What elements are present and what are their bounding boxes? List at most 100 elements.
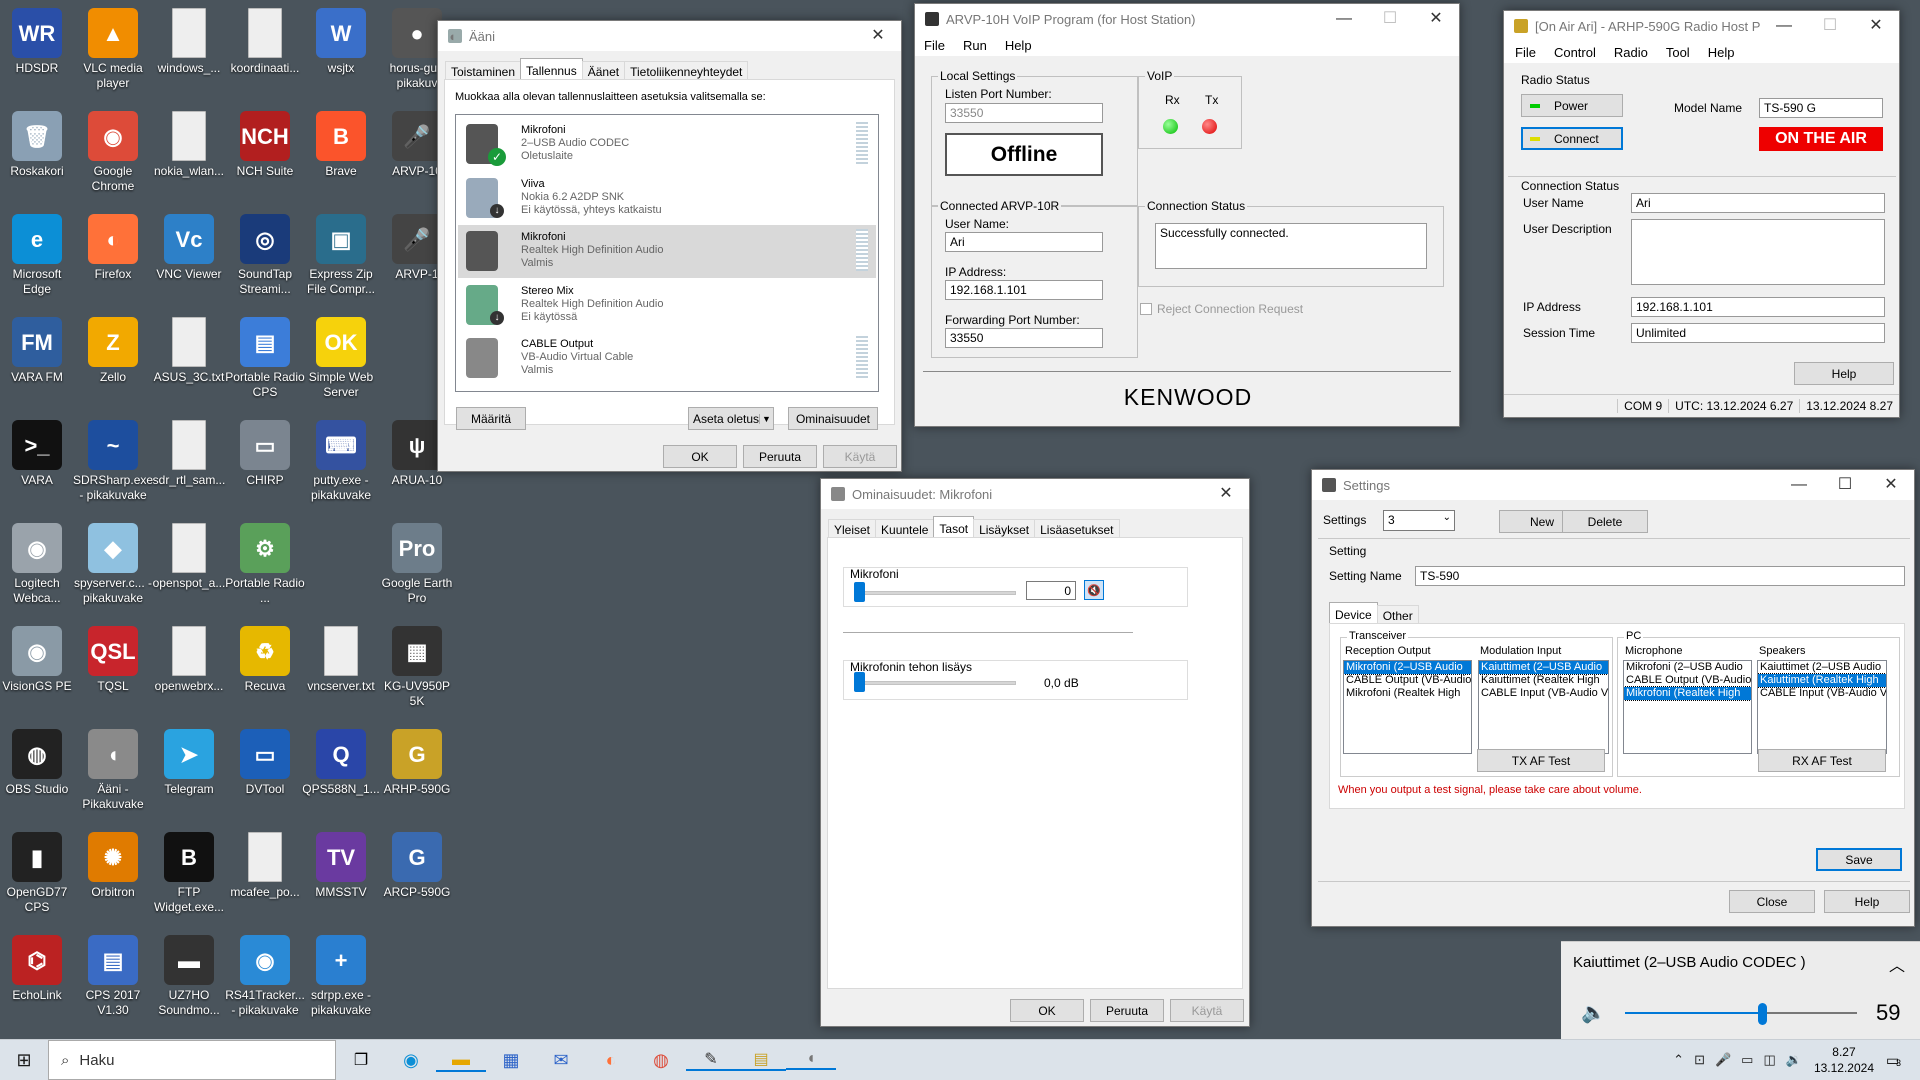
settings-select[interactable]: 3 ⌄	[1383, 510, 1455, 531]
apply-button[interactable]: Käytä	[823, 445, 897, 468]
desktop-icon[interactable]: + sdrpp.exe - pikakuvake	[301, 935, 381, 1018]
desktop-icon[interactable]: ⌨ putty.exe - pikakuvake	[301, 420, 381, 503]
device-list-item[interactable]: ✓ Mikrofoni 2–USB Audio CODEC Oletuslaite	[458, 118, 876, 171]
edge-taskbar-icon[interactable]: ◉	[386, 1050, 436, 1071]
volume-slider[interactable]	[1757, 1003, 1767, 1025]
menu-file[interactable]: File	[915, 38, 954, 53]
desktop-icon[interactable]: Wwsjtx	[301, 8, 381, 76]
close-icon[interactable]: ✕	[855, 21, 901, 51]
help-button[interactable]: Help	[1824, 890, 1910, 913]
minimize-icon[interactable]: —	[1776, 470, 1822, 500]
desktop-icon[interactable]: Q QPS588N_1...	[301, 729, 381, 797]
arvp-titlebar[interactable]: ARVP-10H VoIP Program (for Host Station)…	[915, 4, 1459, 34]
modulation-input-list[interactable]: Kaiuttimet (2–USB Audio Kaiuttimet (Realt…	[1478, 660, 1609, 754]
desktop-icon[interactable]: ▬ UZ7HO Soundmo...	[149, 935, 229, 1018]
desktop-icon[interactable]: ~ SDRSharp.exe - pikakuvake	[73, 420, 153, 503]
close-icon[interactable]: ✕	[1853, 11, 1899, 41]
microphone-list[interactable]: Mikrofoni (2–USB Audio CABLE Output (VB-A…	[1623, 660, 1752, 754]
delete-button[interactable]: Delete	[1562, 510, 1648, 533]
desktop-icon[interactable]: ⌬ EchoLink	[0, 935, 77, 1003]
firefox-taskbar-icon[interactable]: ◐	[586, 1050, 636, 1071]
desktop-icon[interactable]: openspot_a...	[149, 523, 229, 591]
speaker-volume-icon[interactable]: 🔈	[1581, 1000, 1606, 1025]
minimize-icon[interactable]: —	[1761, 11, 1807, 41]
desktop-icon[interactable]: 🗑 Roskakori	[0, 111, 77, 179]
desktop-icon[interactable]: ➤ Telegram	[149, 729, 229, 797]
desktop-icon[interactable]: ✺ Orbitron	[73, 832, 153, 900]
help-button[interactable]: Help	[1794, 362, 1894, 385]
arhp-titlebar[interactable]: [On Air Ari] - ARHP-590G Radio Host Prog…	[1504, 11, 1899, 41]
desktop-icon[interactable]: Pro Google Earth Pro	[377, 523, 457, 606]
desktop-icon[interactable]: >_ VARA	[0, 420, 77, 488]
menu-file[interactable]: File	[1506, 45, 1545, 60]
list-option[interactable]: Kaiuttimet (2–USB Audio	[1758, 661, 1886, 674]
desktop-icon[interactable]: ◆ spyserver.c... - pikakuvake	[73, 523, 153, 606]
windows-start-icon[interactable]: ⊞	[0, 1050, 48, 1071]
maximize-icon[interactable]: ☐	[1822, 470, 1868, 500]
explorer-taskbar-icon[interactable]: ▬	[436, 1049, 486, 1072]
desktop-icon[interactable]: NCH NCH Suite	[225, 111, 305, 179]
desktop-icon[interactable]: G ARHP-590G	[377, 729, 457, 797]
desktop-icon[interactable]: windows_...	[149, 8, 229, 76]
desktop-icon[interactable]: nokia_wlan...	[149, 111, 229, 179]
list-option[interactable]: Mikrofoni (Realtek High	[1344, 687, 1471, 700]
device-list-item[interactable]: CABLE Output VB-Audio Virtual Cable Valmis	[458, 332, 876, 385]
desktop-icon[interactable]: ▮ OpenGD77 CPS	[0, 832, 77, 915]
chevron-down-icon[interactable]: ▼	[759, 413, 773, 424]
cancel-button[interactable]: Peruuta	[1090, 999, 1164, 1022]
apply-button[interactable]: Käytä	[1170, 999, 1244, 1022]
desktop-icon[interactable]: ◉ Google Chrome	[73, 111, 153, 194]
list-option[interactable]: CABLE Input (VB-Audio V	[1758, 687, 1886, 700]
search-box[interactable]: ⌕ Haku	[48, 1040, 336, 1080]
list-option[interactable]: CABLE Output (VB-Audio	[1624, 674, 1751, 687]
menu-help[interactable]: Help	[1699, 45, 1744, 60]
menu-tool[interactable]: Tool	[1657, 45, 1699, 60]
power-button[interactable]: Power	[1521, 94, 1623, 117]
properties-button[interactable]: Ominaisuudet	[788, 407, 878, 430]
desktop-icon[interactable]: sdr_rtl_sam...	[149, 420, 229, 488]
desktop-icon[interactable]: QSL TQSL	[73, 626, 153, 694]
desktop-icon[interactable]: ▲ VLC media player	[73, 8, 153, 91]
maximize-icon[interactable]: ☐	[1367, 4, 1413, 34]
aani-titlebar[interactable]: ◖ Ääni ✕	[438, 21, 901, 51]
save-button[interactable]: Save	[1816, 848, 1902, 871]
properties-titlebar[interactable]: Ominaisuudet: Mikrofoni ✕	[821, 479, 1249, 509]
mail-taskbar-icon[interactable]: ✉	[536, 1050, 586, 1071]
desktop-icon[interactable]: ▦ KG-UV950P 5K	[377, 626, 457, 709]
desktop-icon[interactable]: Z Zello	[73, 317, 153, 385]
close-icon[interactable]: ✕	[1413, 4, 1459, 34]
set-default-button[interactable]: Aseta oletus ▼	[688, 407, 774, 430]
desktop-icon[interactable]: B Brave	[301, 111, 381, 179]
desktop-icon[interactable]: ◉ Logitech Webca...	[0, 523, 77, 606]
desktop-icon[interactable]: ASUS_3C.txt	[149, 317, 229, 385]
desktop-icon[interactable]: TV MMSSTV	[301, 832, 381, 900]
desktop-icon[interactable]: Vc VNC Viewer	[149, 214, 229, 282]
list-option[interactable]: CABLE Output (VB-Audio	[1344, 674, 1471, 687]
ok-button[interactable]: OK	[663, 445, 737, 468]
reception-output-list[interactable]: Mikrofoni (2–USB Audio CABLE Output (VB-A…	[1343, 660, 1472, 754]
menu-run[interactable]: Run	[954, 38, 996, 53]
ok-button[interactable]: OK	[1010, 999, 1084, 1022]
minimize-icon[interactable]: —	[1321, 4, 1367, 34]
chevron-up-icon[interactable]: ︿	[1889, 952, 1905, 976]
tx-af-test-button[interactable]: TX AF Test	[1477, 749, 1605, 772]
list-option[interactable]: Mikrofoni (Realtek High	[1624, 686, 1751, 701]
desktop-icon[interactable]: ◎ SoundTap Streami...	[225, 214, 305, 297]
store-taskbar-icon[interactable]: ▦	[486, 1050, 536, 1071]
list-option[interactable]: Mikrofoni (2–USB Audio	[1624, 661, 1751, 674]
desktop-icon[interactable]: ▣ Express Zip File Compr...	[301, 214, 381, 297]
list-option[interactable]: CABLE Input (VB-Audio V	[1479, 687, 1608, 700]
desktop-icon[interactable]: FM VARA FM	[0, 317, 77, 385]
arhp-taskbar-icon[interactable]: ▤	[736, 1049, 786, 1071]
desktop-icon[interactable]: B FTP Widget.exe...	[149, 832, 229, 915]
rx-af-test-button[interactable]: RX AF Test	[1758, 749, 1886, 772]
desktop-icon[interactable]: ◖ Ääni - Pikakuvake	[73, 729, 153, 812]
chevron-up-icon[interactable]: ⌃	[1673, 1052, 1684, 1068]
cancel-button[interactable]: Peruuta	[743, 445, 817, 468]
reject-checkbox[interactable]: Reject Connection Request	[1140, 302, 1303, 316]
desktop-icon[interactable]: openwebrx...	[149, 626, 229, 694]
menu-help[interactable]: Help	[996, 38, 1041, 53]
connect-button[interactable]: Connect	[1521, 127, 1623, 150]
usb-drive-icon[interactable]: ▭	[1741, 1052, 1753, 1068]
microphone-tray-icon[interactable]: 🎤	[1715, 1052, 1731, 1068]
